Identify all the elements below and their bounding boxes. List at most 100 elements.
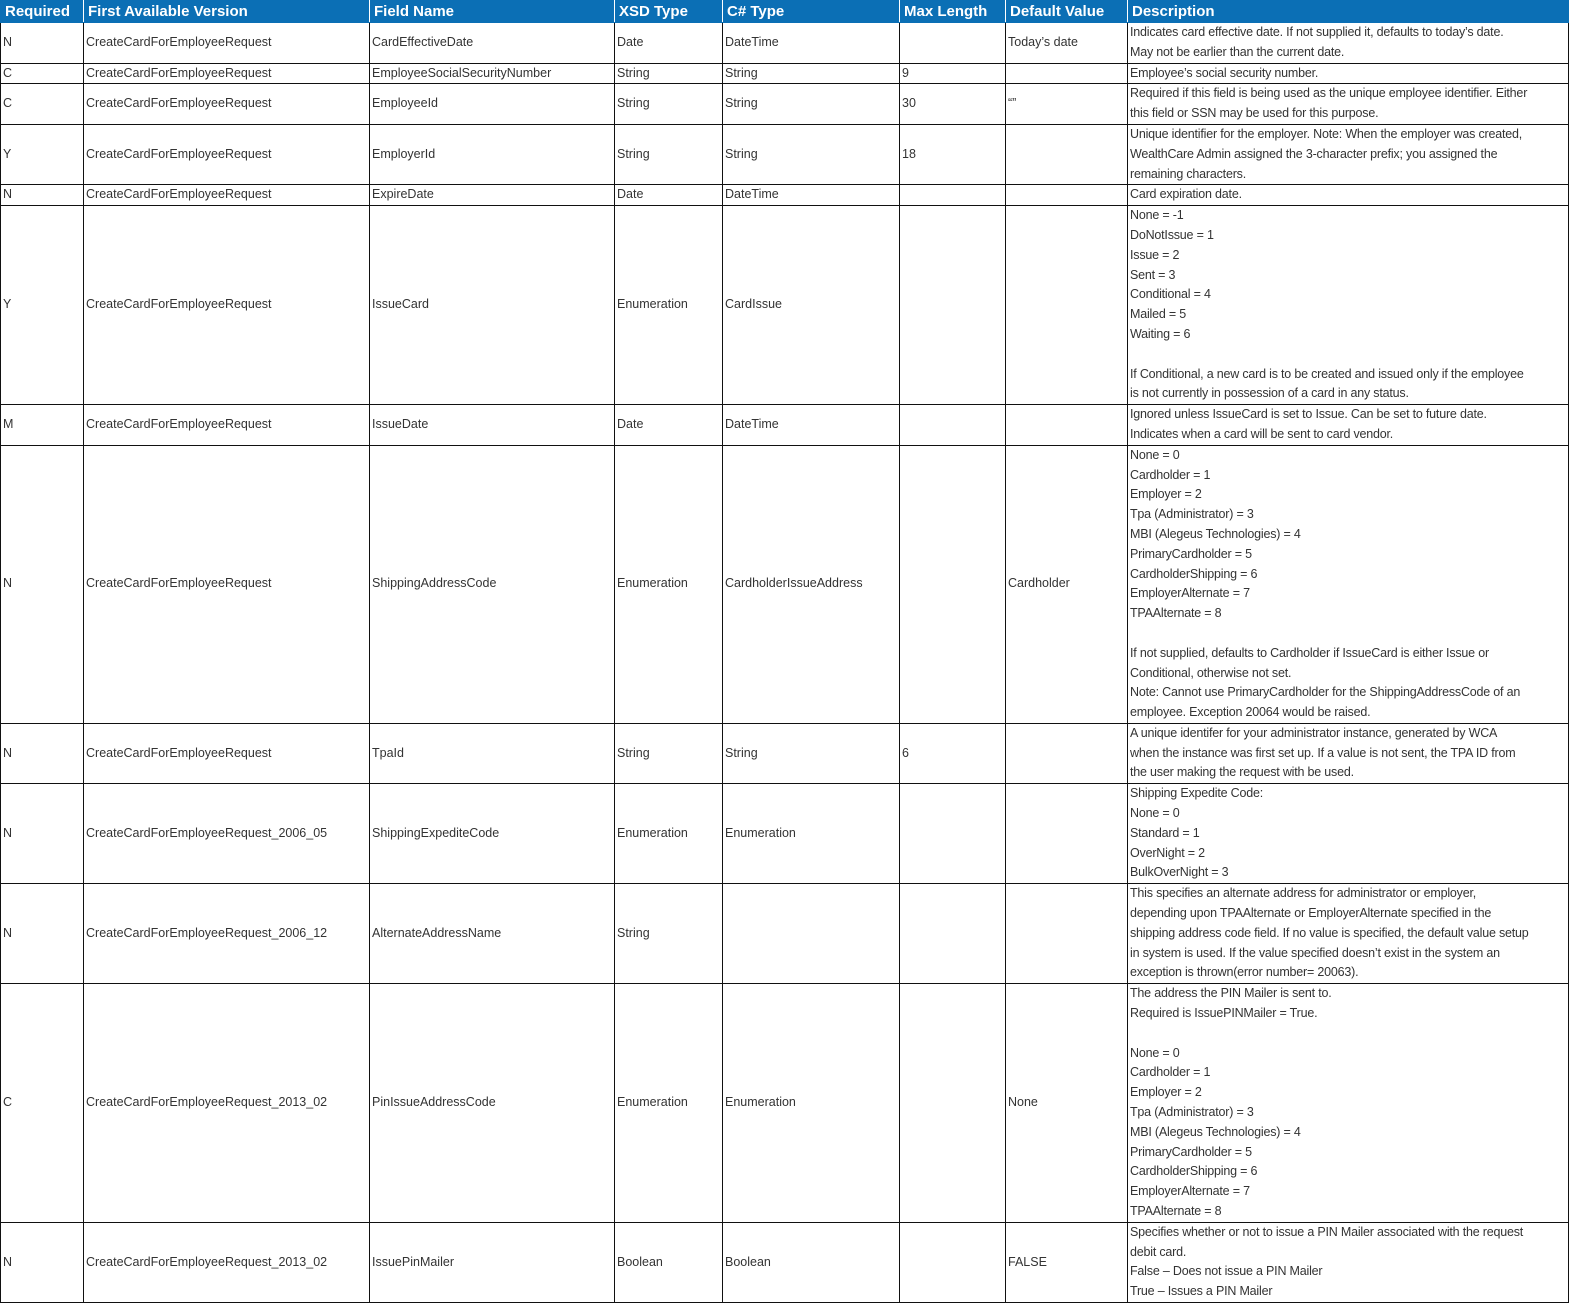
cell-required: N bbox=[0, 22, 84, 64]
table-row: C CreateCardForEmployeeRequest_2013_02 P… bbox=[0, 983, 1569, 1223]
cell-description: A unique identifer for your administrato… bbox=[1127, 722, 1569, 785]
cell-first-available-version: CreateCardForEmployeeRequest_2006_05 bbox=[83, 783, 370, 885]
cell-required: C bbox=[0, 983, 84, 1223]
cell-first-available-version: CreateCardForEmployeeRequest bbox=[83, 444, 370, 724]
cell-max-length bbox=[899, 783, 1006, 885]
cell-field-name: ExpireDate bbox=[369, 184, 615, 207]
cell-csharp-type: String bbox=[722, 83, 900, 125]
cell-default-value: FALSE bbox=[1005, 1221, 1128, 1303]
cell-xsd-type: Boolean bbox=[614, 1221, 723, 1303]
cell-description: Indicates card effective date. If not su… bbox=[1127, 22, 1569, 64]
cell-first-available-version: CreateCardForEmployeeRequest bbox=[83, 62, 370, 85]
cell-max-length: 18 bbox=[899, 123, 1006, 186]
cell-xsd-type: Date bbox=[614, 404, 723, 446]
cell-required: M bbox=[0, 404, 84, 446]
cell-first-available-version: CreateCardForEmployeeRequest bbox=[83, 404, 370, 446]
cell-max-length: 9 bbox=[899, 62, 1006, 85]
cell-default-value bbox=[1005, 883, 1128, 985]
cell-xsd-type: String bbox=[614, 883, 723, 985]
cell-default-value bbox=[1005, 783, 1128, 885]
cell-field-name: ShippingExpediteCode bbox=[369, 783, 615, 885]
column-header-field-name: Field Name bbox=[369, 0, 615, 23]
cell-default-value bbox=[1005, 62, 1128, 85]
cell-field-name: EmployerId bbox=[369, 123, 615, 186]
cell-first-available-version: CreateCardForEmployeeRequest_2006_12 bbox=[83, 883, 370, 985]
table-header: Required First Available Version Field N… bbox=[0, 0, 1569, 23]
table-row: N CreateCardForEmployeeRequest ShippingA… bbox=[0, 444, 1569, 724]
table-row: N CreateCardForEmployeeRequest_2006_05 S… bbox=[0, 783, 1569, 885]
table-row: N CreateCardForEmployeeRequest CardEffec… bbox=[0, 22, 1569, 64]
cell-xsd-type: String bbox=[614, 62, 723, 85]
table-row: N CreateCardForEmployeeRequest ExpireDat… bbox=[0, 184, 1569, 207]
cell-required: N bbox=[0, 883, 84, 985]
cell-csharp-type: String bbox=[722, 722, 900, 785]
cell-max-length bbox=[899, 205, 1006, 406]
cell-max-length: 30 bbox=[899, 83, 1006, 125]
cell-max-length bbox=[899, 404, 1006, 446]
cell-required: C bbox=[0, 83, 84, 125]
cell-required: N bbox=[0, 184, 84, 207]
cell-field-name: IssueDate bbox=[369, 404, 615, 446]
cell-field-name: IssuePinMailer bbox=[369, 1221, 615, 1303]
column-header-max-length: Max Length bbox=[899, 0, 1006, 23]
cell-field-name: TpaId bbox=[369, 722, 615, 785]
cell-description: The address the PIN Mailer is sent to. R… bbox=[1127, 983, 1569, 1223]
cell-max-length: 6 bbox=[899, 722, 1006, 785]
cell-required: N bbox=[0, 1221, 84, 1303]
cell-first-available-version: CreateCardForEmployeeRequest bbox=[83, 184, 370, 207]
cell-field-name: AlternateAddressName bbox=[369, 883, 615, 985]
cell-default-value: Today’s date bbox=[1005, 22, 1128, 64]
cell-xsd-type: Enumeration bbox=[614, 444, 723, 724]
cell-field-name: CardEffectiveDate bbox=[369, 22, 615, 64]
cell-required: Y bbox=[0, 123, 84, 186]
table-row: Y CreateCardForEmployeeRequest IssueCard… bbox=[0, 205, 1569, 406]
cell-csharp-type: DateTime bbox=[722, 22, 900, 64]
cell-max-length bbox=[899, 983, 1006, 1223]
cell-field-name: IssueCard bbox=[369, 205, 615, 406]
cell-field-name: EmployeeId bbox=[369, 83, 615, 125]
column-header-xsd-type: XSD Type bbox=[614, 0, 723, 23]
cell-xsd-type: String bbox=[614, 722, 723, 785]
cell-csharp-type: String bbox=[722, 123, 900, 186]
column-header-required: Required bbox=[0, 0, 84, 23]
cell-max-length bbox=[899, 883, 1006, 985]
cell-default-value bbox=[1005, 123, 1128, 186]
cell-required: N bbox=[0, 783, 84, 885]
cell-first-available-version: CreateCardForEmployeeRequest_2013_02 bbox=[83, 1221, 370, 1303]
field-definitions-table: Required First Available Version Field N… bbox=[0, 0, 1569, 1303]
cell-csharp-type bbox=[722, 883, 900, 985]
cell-xsd-type: Enumeration bbox=[614, 983, 723, 1223]
cell-xsd-type: Date bbox=[614, 184, 723, 207]
cell-max-length bbox=[899, 444, 1006, 724]
header-row: Required First Available Version Field N… bbox=[0, 0, 1569, 23]
table-row: N CreateCardForEmployeeRequest_2013_02 I… bbox=[0, 1221, 1569, 1303]
cell-csharp-type: CardIssue bbox=[722, 205, 900, 406]
cell-xsd-type: Date bbox=[614, 22, 723, 64]
cell-description: Unique identifier for the employer. Note… bbox=[1127, 123, 1569, 186]
cell-first-available-version: CreateCardForEmployeeRequest bbox=[83, 22, 370, 64]
cell-first-available-version: CreateCardForEmployeeRequest bbox=[83, 205, 370, 406]
cell-description: None = -1 DoNotIssue = 1 Issue = 2 Sent … bbox=[1127, 205, 1569, 406]
cell-default-value bbox=[1005, 722, 1128, 785]
cell-csharp-type: Boolean bbox=[722, 1221, 900, 1303]
cell-default-value bbox=[1005, 184, 1128, 207]
cell-csharp-type: CardholderIssueAddress bbox=[722, 444, 900, 724]
cell-max-length bbox=[899, 1221, 1006, 1303]
cell-default-value bbox=[1005, 205, 1128, 406]
table-row: C CreateCardForEmployeeRequest EmployeeI… bbox=[0, 83, 1569, 125]
cell-field-name: PinIssueAddressCode bbox=[369, 983, 615, 1223]
cell-required: Y bbox=[0, 205, 84, 406]
cell-csharp-type: String bbox=[722, 62, 900, 85]
cell-xsd-type: Enumeration bbox=[614, 205, 723, 406]
cell-xsd-type: String bbox=[614, 83, 723, 125]
table-row: C CreateCardForEmployeeRequest EmployeeS… bbox=[0, 62, 1569, 85]
cell-description: Required if this field is being used as … bbox=[1127, 83, 1569, 125]
cell-default-value: “” bbox=[1005, 83, 1128, 125]
cell-first-available-version: CreateCardForEmployeeRequest_2013_02 bbox=[83, 983, 370, 1223]
cell-first-available-version: CreateCardForEmployeeRequest bbox=[83, 83, 370, 125]
table-row: N CreateCardForEmployeeRequest TpaId Str… bbox=[0, 722, 1569, 785]
table-row: Y CreateCardForEmployeeRequest EmployerI… bbox=[0, 123, 1569, 186]
cell-csharp-type: Enumeration bbox=[722, 983, 900, 1223]
cell-first-available-version: CreateCardForEmployeeRequest bbox=[83, 722, 370, 785]
cell-description: This specifies an alternate address for … bbox=[1127, 883, 1569, 985]
